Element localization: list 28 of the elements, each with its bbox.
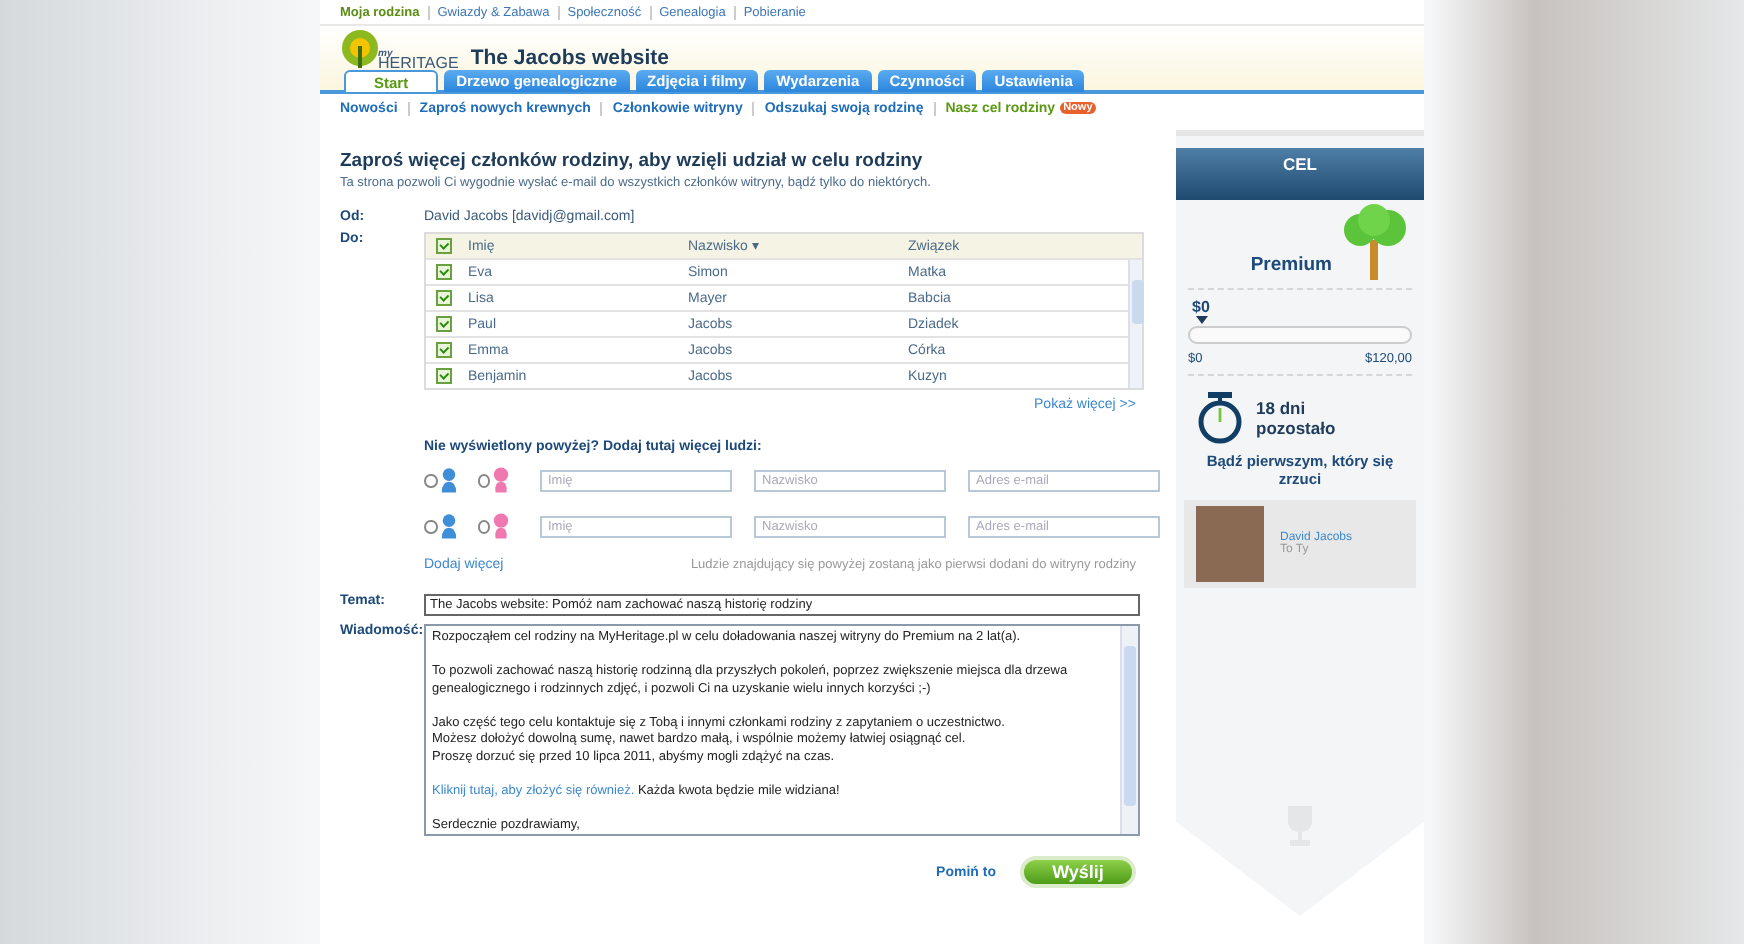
stopwatch-icon	[1196, 392, 1244, 444]
female-person-icon	[492, 466, 510, 494]
raised-amount: $0	[1190, 298, 1212, 316]
radio-button[interactable]	[424, 473, 437, 487]
row-checkbox[interactable]	[436, 264, 452, 280]
male-person-icon	[439, 512, 457, 540]
send-button[interactable]: Wyślij	[1020, 856, 1136, 888]
radio-button[interactable]	[477, 473, 490, 487]
message-field[interactable]	[424, 624, 1140, 836]
scrollbar[interactable]	[1120, 626, 1138, 834]
row-checkbox[interactable]	[436, 342, 452, 358]
days-left-note: pozostało	[1256, 418, 1336, 438]
select-all-checkbox[interactable]	[436, 238, 452, 254]
scrollbar[interactable]	[1128, 260, 1142, 388]
days-left: 18 dni	[1256, 398, 1308, 418]
tree-icon	[1340, 204, 1408, 280]
site-title: The Jacobs website	[470, 46, 670, 70]
plan-name: Premium	[1250, 254, 1332, 276]
photo-placeholder	[1196, 506, 1264, 582]
male-person-icon	[439, 466, 457, 494]
goal-title: CEL	[1176, 148, 1424, 200]
female-person-icon	[492, 512, 510, 540]
radio-button[interactable]	[477, 519, 490, 533]
row-checkbox[interactable]	[436, 290, 452, 306]
radio-button[interactable]	[424, 519, 437, 533]
row-checkbox[interactable]	[436, 316, 452, 332]
page-heading: Zaproś więcej członków rodziny, aby wzięli udział w celu rodziny	[340, 150, 925, 172]
row-checkbox[interactable]	[436, 368, 452, 384]
